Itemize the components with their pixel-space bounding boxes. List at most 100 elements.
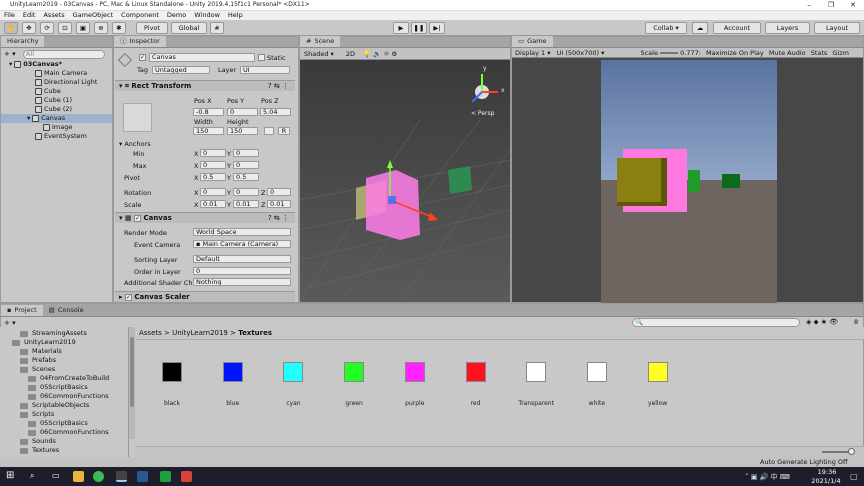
folder-tree-item[interactable]: 06CommonFunctions xyxy=(28,392,109,401)
filter-icons[interactable]: ◈ ⬥ ★ 👁 xyxy=(806,318,838,327)
layers-dropdown[interactable]: Layers xyxy=(765,22,810,34)
folder-tree-item[interactable]: UnityLearn2019 xyxy=(12,338,76,347)
rotation-x-field[interactable]: 0 xyxy=(200,188,226,196)
snap-icon[interactable]: # xyxy=(210,22,224,34)
anchor-max-y-field[interactable]: 0 xyxy=(233,161,259,169)
width-field[interactable]: 150 xyxy=(193,127,224,135)
folder-tree-item[interactable]: 04FromCreateToBuild xyxy=(28,374,109,383)
maximize-button[interactable]: ❐ xyxy=(820,0,842,10)
pivot-toggle[interactable]: Pivot xyxy=(136,22,168,34)
2d-toggle[interactable]: 2D xyxy=(346,50,355,58)
mute-audio-toggle[interactable]: Mute Audio xyxy=(769,49,806,57)
collapse-arrow-icon[interactable]: ▸ xyxy=(119,293,123,301)
transform-tool-icon[interactable]: ⊕ xyxy=(94,22,108,34)
gizmos-toggle[interactable]: Gizm xyxy=(832,49,849,57)
rect-tool-icon[interactable]: ▣ xyxy=(76,22,90,34)
project-search-input[interactable]: 🔍 xyxy=(632,318,800,327)
event-camera-field[interactable]: ▪ Main Camera (Camera) xyxy=(193,240,291,248)
anchor-min-y-field[interactable]: 0 xyxy=(233,149,259,157)
object-name-field[interactable]: Canvas xyxy=(149,53,255,62)
shading-mode-dropdown[interactable]: Shaded xyxy=(304,50,328,58)
blueprint-mode-button[interactable] xyxy=(264,127,274,135)
hierarchy-item[interactable]: Cube (1) xyxy=(35,96,72,105)
menu-edit[interactable]: Edit xyxy=(23,11,36,20)
display-dropdown[interactable]: Display 1 xyxy=(515,49,545,57)
hierarchy-item[interactable]: Cube xyxy=(35,87,61,96)
green-cube[interactable] xyxy=(448,166,472,194)
folder-tree-item[interactable]: StreamingAssets xyxy=(20,329,87,338)
tag-dropdown[interactable]: Untagged xyxy=(152,66,210,74)
rotate-tool-icon[interactable]: ⟳ xyxy=(40,22,54,34)
height-field[interactable]: 150 xyxy=(227,127,258,135)
canvas-enabled-checkbox[interactable]: ✓ xyxy=(134,215,142,222)
breadcrumb-textures[interactable]: Textures xyxy=(238,329,272,337)
pivot-x-field[interactable]: 0.5 xyxy=(200,173,226,181)
rotation-y-field[interactable]: 0 xyxy=(233,188,259,196)
hierarchy-item[interactable]: Cube (2) xyxy=(35,105,72,114)
layer-dropdown[interactable]: UI xyxy=(240,66,290,74)
step-button[interactable]: ▶| xyxy=(429,22,445,34)
cloud-icon[interactable]: ☁ xyxy=(692,22,708,34)
texture-thumbnail[interactable] xyxy=(162,362,182,382)
folder-tree-item[interactable]: Materials xyxy=(20,347,62,356)
anchor-min-x-field[interactable]: 0 xyxy=(200,149,226,157)
breadcrumb-assets[interactable]: Assets xyxy=(139,329,162,337)
canvas-component-header[interactable]: ▾ ▦ ✓ Canvas ? ⇆ ⋮ xyxy=(115,212,295,223)
active-checkbox[interactable]: ✓ xyxy=(139,54,146,61)
move-tool-icon[interactable]: ✥ xyxy=(22,22,36,34)
sorting-layer-dropdown[interactable]: Default xyxy=(193,255,291,263)
folder-tree-item[interactable]: Prefabs xyxy=(20,356,56,365)
anchors-foldout[interactable]: ▾ Anchors xyxy=(119,140,151,148)
lighting-icon[interactable]: 💡 xyxy=(363,50,371,58)
component-menu-icon[interactable]: ? ⇆ ⋮ xyxy=(268,81,289,91)
tab-scene[interactable]: # Scene xyxy=(300,36,341,47)
anchor-preset-button[interactable] xyxy=(123,103,152,132)
folder-tree-item[interactable]: ScriptableObjects xyxy=(20,401,89,410)
persp-label[interactable]: < Persp xyxy=(471,110,494,117)
menu-gameobject[interactable]: GameObject xyxy=(73,11,114,20)
hierarchy-add-button[interactable]: + ▾ xyxy=(4,50,16,58)
collapse-arrow-icon[interactable]: ▾ xyxy=(119,82,123,90)
slider-handle[interactable] xyxy=(848,448,855,455)
shader-channels-dropdown[interactable]: Nothing xyxy=(193,278,291,286)
resolution-dropdown[interactable]: UI (500x700) xyxy=(557,49,599,57)
folder-tree-item[interactable]: 05ScriptBasics xyxy=(28,383,88,392)
expand-arrow-icon[interactable]: ▾ xyxy=(27,114,30,123)
game-viewport[interactable] xyxy=(601,60,777,303)
canvas-image-quad[interactable] xyxy=(366,170,420,240)
component-menu-icon[interactable]: ? ⇆ ⋮ xyxy=(268,213,289,223)
pos-x-field[interactable]: -0.8 xyxy=(193,108,224,116)
texture-thumbnail[interactable] xyxy=(404,362,425,382)
hierarchy-item[interactable]: Directional Light xyxy=(35,78,97,87)
menu-window[interactable]: Window xyxy=(194,11,220,20)
breadcrumb-unitylearn[interactable]: UnityLearn2019 xyxy=(172,329,228,337)
hierarchy-item-selected[interactable]: ▾ Canvas xyxy=(1,114,112,123)
folder-tree-item[interactable]: Scripts xyxy=(20,410,54,419)
gizmo-plane-handle[interactable] xyxy=(388,196,396,204)
scale-slider[interactable] xyxy=(660,52,679,54)
scene-root[interactable]: ▾ 03Canvas* xyxy=(9,60,113,69)
task-view-icon[interactable]: ▭ xyxy=(52,471,60,480)
static-checkbox[interactable] xyxy=(258,54,265,61)
account-dropdown[interactable]: Account xyxy=(713,22,761,34)
scale-tool-icon[interactable]: ⊡ xyxy=(58,22,72,34)
layout-dropdown[interactable]: Layout xyxy=(814,22,860,34)
maximize-on-play-toggle[interactable]: Maximize On Play xyxy=(706,49,764,57)
close-button[interactable]: ✕ xyxy=(842,0,864,10)
canvas-scaler-checkbox[interactable]: ✓ xyxy=(124,294,132,301)
search-icon[interactable]: ⌕ xyxy=(30,471,34,481)
texture-thumbnail[interactable] xyxy=(526,362,547,382)
menu-demo[interactable]: Demo xyxy=(167,11,186,20)
tab-console[interactable]: ▤ Console xyxy=(43,305,90,316)
rotation-z-field[interactable]: 0 xyxy=(267,188,291,196)
order-in-layer-field[interactable]: 0 xyxy=(193,267,291,275)
windows-start-icon[interactable]: ⊞ xyxy=(6,470,14,481)
texture-thumbnail[interactable] xyxy=(465,362,486,382)
pivot-y-field[interactable]: 0.5 xyxy=(233,173,259,181)
collapse-arrow-icon[interactable]: ▾ xyxy=(119,214,123,222)
folder-tree-item[interactable]: Sounds xyxy=(20,437,56,446)
tab-inspector[interactable]: ⓘ Inspector xyxy=(114,36,166,47)
hierarchy-search-input[interactable]: All xyxy=(23,50,105,59)
raw-edit-button[interactable]: R xyxy=(278,127,290,135)
scale-z-field[interactable]: 0.01 xyxy=(267,200,291,208)
